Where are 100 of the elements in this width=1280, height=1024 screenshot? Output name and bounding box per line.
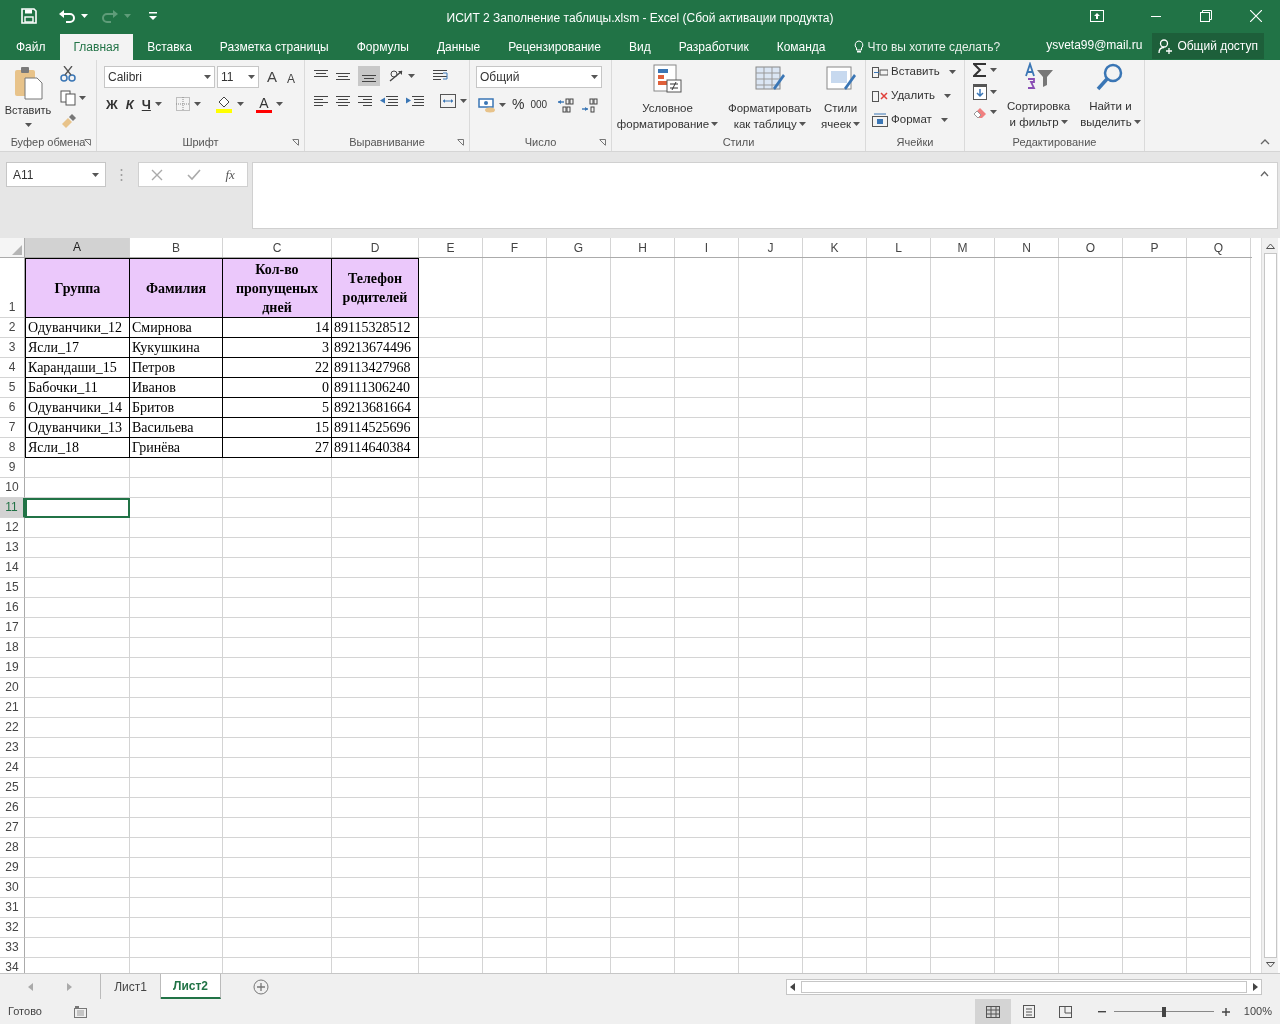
caret-icon[interactable] — [990, 68, 997, 72]
ribbon-tab[interactable]: Вставка — [133, 34, 206, 60]
percent-style-button[interactable]: % — [512, 94, 525, 115]
caret-icon[interactable] — [990, 110, 997, 114]
align-left-icon[interactable] — [314, 95, 328, 107]
styles-button[interactable]: Стили ячеек — [821, 64, 861, 132]
row-header[interactable]: 24 — [0, 758, 25, 778]
row-header[interactable]: 7 — [0, 418, 25, 438]
tell-me-search[interactable]: Что вы хотите сделать? — [867, 38, 1001, 56]
zoom-in-icon[interactable] — [1221, 1007, 1230, 1016]
caret-icon[interactable] — [92, 172, 99, 177]
editing-button[interactable]: Сортировка и фильтр — [1007, 62, 1071, 130]
lightbulb-icon[interactable] — [853, 40, 864, 54]
restore-icon[interactable] — [1200, 10, 1212, 22]
caret-icon[interactable] — [79, 96, 86, 100]
currency-format-icon[interactable] — [478, 96, 496, 113]
row-header[interactable]: 16 — [0, 598, 25, 618]
row-header[interactable]: 8 — [0, 438, 25, 458]
row-header[interactable]: 19 — [0, 658, 25, 678]
caret-icon[interactable] — [591, 75, 598, 79]
undo-icon[interactable] — [59, 9, 75, 23]
ribbon-tab[interactable]: Вид — [614, 34, 665, 60]
macro-recording-icon[interactable] — [73, 1005, 87, 1018]
decrease-indent-icon[interactable] — [380, 95, 398, 107]
styles-button[interactable]: Форматировать как таблицу — [727, 64, 812, 132]
dialog-launcher-icon[interactable] — [84, 139, 91, 146]
row-header[interactable]: 13 — [0, 538, 25, 558]
editing-button[interactable]: Найти и выделить — [1080, 62, 1141, 130]
sum-icon[interactable] — [973, 62, 987, 78]
cells-button[interactable]: Вставить — [872, 62, 964, 82]
scroll-left-icon[interactable] — [790, 982, 795, 991]
caret-icon[interactable] — [204, 75, 211, 80]
caret-icon[interactable] — [948, 70, 956, 74]
row-header[interactable]: 26 — [0, 798, 25, 818]
ribbon-tab[interactable]: Команда — [762, 34, 840, 60]
row-header[interactable]: 27 — [0, 818, 25, 838]
caret-icon[interactable] — [1133, 120, 1141, 124]
caret-icon[interactable] — [193, 102, 201, 107]
scroll-down-icon[interactable] — [1265, 962, 1275, 968]
caret-icon[interactable] — [236, 102, 244, 107]
row-header[interactable]: 23 — [0, 738, 25, 758]
row-header[interactable]: 20 — [0, 678, 25, 698]
merge-center-icon[interactable] — [440, 94, 456, 108]
row-header[interactable]: 31 — [0, 898, 25, 918]
ribbon-tab[interactable]: Разметка страницы — [205, 34, 343, 60]
ribbon-tab[interactable]: Формулы — [342, 34, 423, 60]
zoom-level[interactable]: 100% — [1243, 1003, 1272, 1020]
ribbon-tab[interactable]: Главная — [59, 34, 134, 60]
bold-button[interactable]: Ж — [106, 94, 118, 114]
fill-down-icon[interactable] — [973, 84, 987, 100]
number-format-field[interactable]: Общий — [476, 66, 602, 88]
insert-function-button[interactable]: fx — [225, 164, 235, 185]
caret-icon[interactable] — [990, 90, 997, 94]
column-header[interactable]: A — [25, 238, 130, 257]
eraser-icon[interactable] — [973, 106, 987, 118]
caret-icon[interactable] — [940, 118, 948, 122]
row-header[interactable]: 17 — [0, 618, 25, 638]
ribbon-tab[interactable]: Разработчик — [664, 34, 763, 60]
scissors-icon[interactable] — [60, 66, 76, 82]
cells-button[interactable]: Удалить — [872, 86, 964, 106]
caret-icon[interactable] — [798, 122, 806, 126]
font-size-field[interactable]: 11 — [217, 66, 259, 89]
drag-handle-icon[interactable] — [120, 168, 123, 182]
copy-icon[interactable] — [60, 90, 76, 106]
increase-font-size-button[interactable]: A — [267, 66, 277, 89]
align-bottom-icon[interactable] — [358, 66, 380, 86]
page-break-preview-icon[interactable] — [1058, 1005, 1072, 1018]
caret-icon[interactable] — [460, 99, 467, 103]
font-color-button[interactable]: A — [255, 95, 272, 113]
name-box[interactable]: A11 — [6, 162, 106, 187]
row-header[interactable]: 29 — [0, 858, 25, 878]
caret-icon[interactable] — [943, 94, 951, 98]
row-header[interactable]: 12 — [0, 518, 25, 538]
save-icon[interactable] — [21, 8, 37, 24]
account-name[interactable]: ysveta99@mail.ru — [1046, 36, 1143, 54]
caret-icon[interactable] — [24, 122, 32, 127]
row-header[interactable]: 33 — [0, 938, 25, 958]
row-header[interactable]: 32 — [0, 918, 25, 938]
caret-icon[interactable] — [711, 122, 719, 126]
caret-icon[interactable] — [81, 14, 88, 18]
align-right-icon[interactable] — [358, 95, 372, 107]
ribbon-display-options-icon[interactable] — [1090, 10, 1104, 22]
row-header[interactable]: 3 — [0, 338, 25, 358]
row-header[interactable]: 14 — [0, 558, 25, 578]
row-header[interactable]: 1 — [0, 258, 25, 318]
wrap-text-icon[interactable] — [433, 69, 449, 83]
align-center-icon[interactable] — [336, 95, 350, 107]
increase-indent-icon[interactable] — [406, 95, 424, 107]
dialog-launcher-icon[interactable] — [457, 139, 464, 146]
format-painter-icon[interactable] — [60, 114, 76, 130]
fill-color-icon[interactable] — [214, 95, 233, 114]
row-header[interactable]: 28 — [0, 838, 25, 858]
decrease-decimal-icon[interactable] — [581, 96, 600, 113]
ribbon-tab[interactable]: Файл — [2, 34, 60, 60]
add-sheet-icon[interactable] — [253, 978, 270, 995]
caret-icon[interactable] — [1060, 120, 1068, 124]
page-layout-view-icon[interactable] — [1022, 1005, 1035, 1018]
font-name-field[interactable]: Calibri — [104, 66, 215, 89]
formula-input[interactable] — [252, 162, 1278, 229]
ribbon-tab[interactable]: Данные — [422, 34, 495, 60]
